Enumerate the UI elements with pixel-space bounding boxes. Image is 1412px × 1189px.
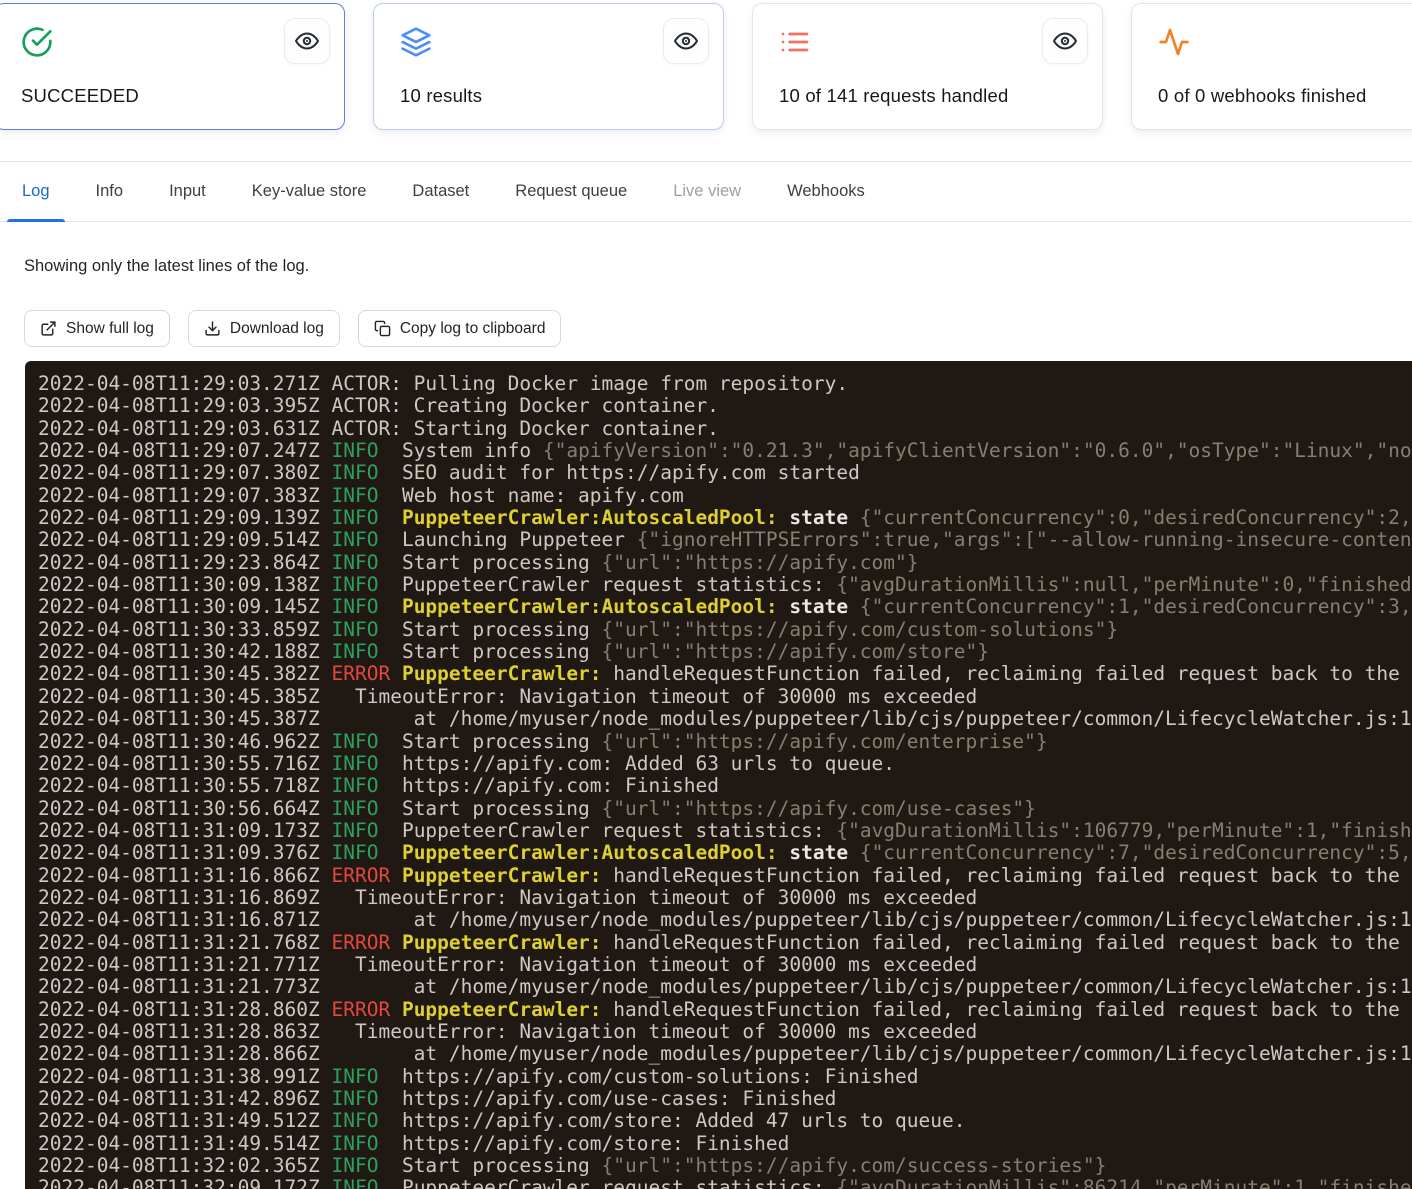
log-note: Showing only the latest lines of the log… <box>24 257 309 276</box>
external-link-icon <box>40 320 57 337</box>
log-line: 2022-04-08T11:31:16.866Z ERROR Puppeteer… <box>38 865 1412 887</box>
log-line: 2022-04-08T11:31:28.866Z at /home/myuser… <box>38 1043 1412 1065</box>
run-tabs: Log Info Input Key-value store Dataset R… <box>0 161 1412 222</box>
tab-request-queue[interactable]: Request queue <box>500 162 642 221</box>
log-line: 2022-04-08T11:30:09.145Z INFO PuppeteerC… <box>38 596 1412 618</box>
log-line: 2022-04-08T11:31:21.773Z at /home/myuser… <box>38 976 1412 998</box>
log-line: 2022-04-08T11:31:21.771Z TimeoutError: N… <box>38 954 1412 976</box>
eye-icon <box>1053 29 1077 53</box>
view-results-button[interactable] <box>663 18 709 64</box>
activity-icon <box>1158 26 1190 58</box>
log-line: 2022-04-08T11:29:23.864Z INFO Start proc… <box>38 552 1412 574</box>
log-line: 2022-04-08T11:29:07.383Z INFO Web host n… <box>38 485 1412 507</box>
copy-icon <box>374 320 391 337</box>
tab-label: Info <box>96 182 124 201</box>
log-actions: Show full log Download log Copy log to c… <box>24 310 561 347</box>
show-full-log-button[interactable]: Show full log <box>24 310 170 347</box>
button-label: Copy log to clipboard <box>400 320 546 338</box>
log-line: 2022-04-08T11:30:55.716Z INFO https://ap… <box>38 753 1412 775</box>
eye-icon <box>674 29 698 53</box>
log-line: 2022-04-08T11:31:28.863Z TimeoutError: N… <box>38 1021 1412 1043</box>
log-line: 2022-04-08T11:31:28.860Z ERROR Puppeteer… <box>38 999 1412 1021</box>
log-line: 2022-04-08T11:31:49.512Z INFO https://ap… <box>38 1110 1412 1132</box>
log-line: 2022-04-08T11:30:45.387Z at /home/myuser… <box>38 708 1412 730</box>
log-line: 2022-04-08T11:31:49.514Z INFO https://ap… <box>38 1133 1412 1155</box>
download-icon <box>204 320 221 337</box>
log-line: 2022-04-08T11:31:09.173Z INFO PuppeteerC… <box>38 820 1412 842</box>
log-line: 2022-04-08T11:31:16.869Z TimeoutError: N… <box>38 887 1412 909</box>
run-status-label: SUCCEEDED <box>21 85 139 107</box>
button-label: Download log <box>230 320 324 338</box>
card-webhooks[interactable]: 0 of 0 webhooks finished <box>1131 3 1412 130</box>
tab-label: Input <box>169 182 206 201</box>
download-log-button[interactable]: Download log <box>188 310 340 347</box>
log-line: 2022-04-08T11:30:45.382Z ERROR Puppeteer… <box>38 663 1412 685</box>
tab-info[interactable]: Info <box>81 162 139 221</box>
view-requests-button[interactable] <box>1042 18 1088 64</box>
tab-key-value-store[interactable]: Key-value store <box>237 162 382 221</box>
log-line: 2022-04-08T11:31:42.896Z INFO https://ap… <box>38 1088 1412 1110</box>
requests-label: 10 of 141 requests handled <box>779 85 1008 107</box>
tab-label: Log <box>22 182 50 201</box>
log-line: 2022-04-08T11:30:42.188Z INFO Start proc… <box>38 641 1412 663</box>
log-line: 2022-04-08T11:32:02.365Z INFO Start proc… <box>38 1155 1412 1177</box>
tab-log[interactable]: Log <box>7 162 65 221</box>
log-line: 2022-04-08T11:30:09.138Z INFO PuppeteerC… <box>38 574 1412 596</box>
log-line: 2022-04-08T11:29:07.380Z INFO SEO audit … <box>38 462 1412 484</box>
button-label: Show full log <box>66 320 154 338</box>
log-line: 2022-04-08T11:29:09.514Z INFO Launching … <box>38 529 1412 551</box>
layers-icon <box>400 26 432 58</box>
tab-label: Key-value store <box>252 182 367 201</box>
card-run-status[interactable]: SUCCEEDED <box>0 3 345 130</box>
status-cards-row: SUCCEEDED 10 results 10 of 141 reques <box>0 3 1412 135</box>
copy-log-button[interactable]: Copy log to clipboard <box>358 310 562 347</box>
card-requests[interactable]: 10 of 141 requests handled <box>752 3 1103 130</box>
view-run-status-button[interactable] <box>284 18 330 64</box>
log-line: 2022-04-08T11:30:45.385Z TimeoutError: N… <box>38 686 1412 708</box>
results-label: 10 results <box>400 85 482 107</box>
log-line: 2022-04-08T11:32:09.172Z INFO PuppeteerC… <box>38 1177 1412 1189</box>
log-line: 2022-04-08T11:31:16.871Z at /home/myuser… <box>38 909 1412 931</box>
log-line: 2022-04-08T11:30:46.962Z INFO Start proc… <box>38 731 1412 753</box>
log-line: 2022-04-08T11:29:09.139Z INFO PuppeteerC… <box>38 507 1412 529</box>
log-line: 2022-04-08T11:29:03.271Z ACTOR: Pulling … <box>38 373 1412 395</box>
tab-label: Live view <box>673 182 741 201</box>
list-icon <box>779 26 811 58</box>
check-circle-icon <box>21 26 53 58</box>
log-line: 2022-04-08T11:30:33.859Z INFO Start proc… <box>38 619 1412 641</box>
tab-label: Request queue <box>515 182 627 201</box>
tab-input[interactable]: Input <box>154 162 221 221</box>
log-line: 2022-04-08T11:30:55.718Z INFO https://ap… <box>38 775 1412 797</box>
card-results[interactable]: 10 results <box>373 3 724 130</box>
log-line: 2022-04-08T11:31:38.991Z INFO https://ap… <box>38 1066 1412 1088</box>
eye-icon <box>295 29 319 53</box>
log-line: 2022-04-08T11:29:03.395Z ACTOR: Creating… <box>38 395 1412 417</box>
log-console[interactable]: 2022-04-08T11:29:03.271Z ACTOR: Pulling … <box>25 361 1412 1189</box>
log-line: 2022-04-08T11:30:56.664Z INFO Start proc… <box>38 798 1412 820</box>
log-line: 2022-04-08T11:29:07.247Z INFO System inf… <box>38 440 1412 462</box>
tab-label: Dataset <box>412 182 469 201</box>
tab-live-view: Live view <box>658 162 756 221</box>
tab-label: Webhooks <box>787 182 865 201</box>
webhooks-label: 0 of 0 webhooks finished <box>1158 85 1366 107</box>
tab-dataset[interactable]: Dataset <box>397 162 484 221</box>
log-line: 2022-04-08T11:31:09.376Z INFO PuppeteerC… <box>38 842 1412 864</box>
tab-webhooks[interactable]: Webhooks <box>772 162 880 221</box>
log-line: 2022-04-08T11:31:21.768Z ERROR Puppeteer… <box>38 932 1412 954</box>
log-line: 2022-04-08T11:29:03.631Z ACTOR: Starting… <box>38 418 1412 440</box>
